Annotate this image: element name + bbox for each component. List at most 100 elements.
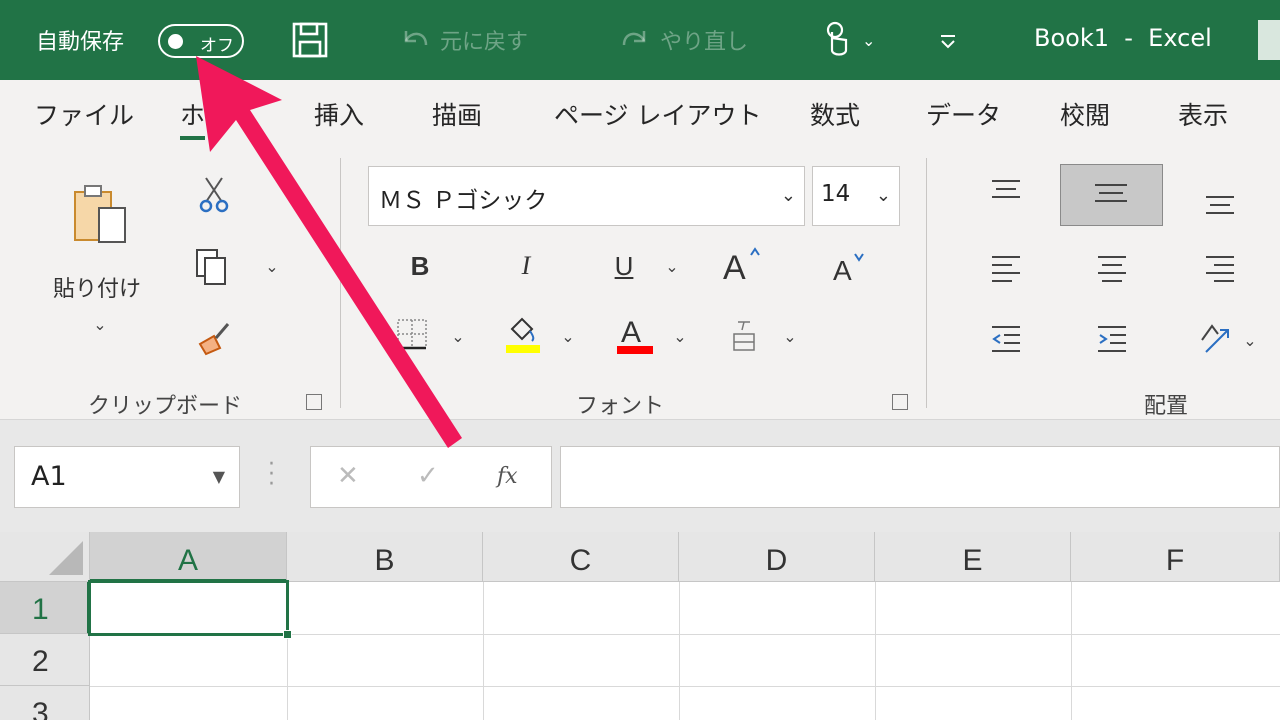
- font-color-chevron-icon[interactable]: ⌄: [670, 324, 690, 348]
- tab-home[interactable]: ホ: [180, 96, 206, 140]
- svg-text:A: A: [833, 255, 852, 286]
- decrease-indent-icon: [992, 326, 1020, 352]
- chevron-down-icon: ⌄: [875, 185, 891, 206]
- chevron-down-icon: ⌄: [780, 185, 796, 206]
- align-top-icon: [992, 180, 1020, 198]
- borders-icon: [397, 319, 427, 350]
- align-center-button[interactable]: [1090, 248, 1134, 288]
- undo-label: 元に戻す: [440, 30, 529, 55]
- format-painter-icon: [198, 323, 230, 356]
- decrease-font-size-button[interactable]: A: [828, 244, 874, 288]
- increase-indent-button[interactable]: [1090, 318, 1134, 358]
- phonetic-chevron-icon[interactable]: ⌄: [780, 324, 800, 348]
- orientation-button[interactable]: [1194, 316, 1238, 360]
- phonetic-button[interactable]: [724, 312, 764, 356]
- column-header-c[interactable]: C: [483, 532, 679, 582]
- grid-line: [483, 582, 484, 720]
- tab-formulas[interactable]: 数式: [810, 96, 860, 132]
- align-bottom-icon: [1206, 196, 1234, 214]
- borders-button[interactable]: [390, 312, 434, 356]
- window-title: Book1 - Excel: [1034, 24, 1212, 52]
- increase-font-size-button[interactable]: A: [718, 242, 768, 288]
- cancel-button[interactable]: ✕: [337, 461, 359, 491]
- clipboard-launcher-icon[interactable]: [306, 394, 322, 410]
- fill-handle[interactable]: [283, 630, 292, 639]
- paste-button[interactable]: [60, 176, 140, 256]
- tab-review[interactable]: 校閲: [1060, 96, 1110, 132]
- font-color-icon: A: [617, 316, 653, 354]
- orientation-chevron-icon[interactable]: ⌄: [1240, 328, 1260, 352]
- column-header-e[interactable]: E: [875, 532, 1071, 582]
- cut-button[interactable]: [192, 172, 236, 216]
- group-separator: [340, 158, 341, 408]
- title-edge: [1258, 20, 1280, 60]
- column-header-f[interactable]: F: [1071, 532, 1280, 582]
- column-header-b[interactable]: B: [287, 532, 483, 582]
- insert-function-button[interactable]: fx: [497, 464, 518, 489]
- italic-button[interactable]: I: [506, 244, 546, 288]
- align-top-button[interactable]: [984, 172, 1028, 208]
- format-painter-button[interactable]: [192, 316, 236, 360]
- align-bottom-button[interactable]: [1198, 186, 1242, 222]
- increase-font-icon: A: [723, 247, 760, 285]
- undo-button[interactable]: 元に戻す: [398, 20, 528, 60]
- align-left-button[interactable]: [984, 248, 1028, 288]
- tab-page-layout[interactable]: ページ レイアウト: [554, 96, 761, 132]
- copy-chevron-icon[interactable]: ⌄: [262, 254, 282, 278]
- copy-icon: [196, 249, 226, 285]
- column-header-d[interactable]: D: [679, 532, 875, 582]
- save-button[interactable]: [290, 20, 330, 60]
- fill-color-button[interactable]: [500, 310, 544, 356]
- active-cell-a1[interactable]: [88, 580, 289, 636]
- align-right-icon: [1206, 256, 1234, 282]
- ribbon: 貼り付け ⌄ ⌄ クリップボード ＭＳ Ｐゴシック ⌄ 14 ⌄ B I U ⌄: [0, 148, 1280, 420]
- chevron-down-icon: ▼: [212, 467, 225, 486]
- tab-view[interactable]: 表示: [1178, 96, 1228, 132]
- row-header-1[interactable]: 1: [0, 582, 90, 634]
- toggle-knob: [168, 34, 183, 49]
- copy-button[interactable]: [186, 244, 236, 288]
- align-left-icon: [992, 256, 1020, 282]
- grid-line: [679, 582, 680, 720]
- redo-label: やり直し: [660, 30, 749, 55]
- drag-handle-icon[interactable]: · · ·: [268, 454, 275, 496]
- font-name-value: ＭＳ Ｐゴシック: [379, 188, 548, 214]
- font-name-select[interactable]: ＭＳ Ｐゴシック ⌄: [368, 166, 805, 226]
- paste-label[interactable]: 貼り付け: [44, 270, 150, 304]
- underline-button[interactable]: U: [604, 244, 644, 288]
- touch-mode-button[interactable]: ⌄: [820, 20, 875, 60]
- enter-button[interactable]: ✓: [417, 461, 439, 491]
- paste-chevron-icon[interactable]: ⌄: [88, 314, 112, 334]
- align-right-button[interactable]: [1198, 248, 1242, 288]
- redo-button[interactable]: やり直し: [618, 20, 748, 60]
- fill-color-chevron-icon[interactable]: ⌄: [558, 324, 578, 348]
- autosave-state: オフ: [200, 36, 234, 56]
- row-header-2[interactable]: 2: [0, 634, 90, 686]
- decrease-indent-button[interactable]: [984, 318, 1028, 358]
- paste-icon: [74, 185, 126, 243]
- name-box[interactable]: A1 ▼: [14, 446, 240, 508]
- select-all-corner[interactable]: [0, 532, 90, 582]
- row-header-3[interactable]: 3: [0, 686, 90, 720]
- grid-line: [1071, 582, 1072, 720]
- underline-chevron-icon[interactable]: ⌄: [662, 254, 682, 278]
- autosave-toggle[interactable]: オフ: [158, 24, 244, 58]
- formula-input[interactable]: [560, 446, 1280, 508]
- customize-qat-button[interactable]: [936, 20, 960, 60]
- undo-icon: [404, 31, 428, 46]
- font-size-select[interactable]: 14 ⌄: [812, 166, 900, 226]
- formula-buttons: ✕ ✓ fx: [310, 446, 552, 508]
- font-launcher-icon[interactable]: [892, 394, 908, 410]
- tab-insert[interactable]: 挿入: [314, 96, 364, 132]
- borders-chevron-icon[interactable]: ⌄: [448, 324, 468, 348]
- column-header-a[interactable]: A: [90, 532, 287, 582]
- align-middle-button[interactable]: [1060, 164, 1163, 226]
- grid-line: [90, 686, 1280, 687]
- align-center-icon: [1098, 256, 1126, 282]
- tab-file[interactable]: ファイル: [34, 96, 134, 132]
- bold-button[interactable]: B: [400, 244, 440, 288]
- tab-draw[interactable]: 描画: [432, 96, 482, 132]
- font-color-button[interactable]: A: [612, 310, 658, 356]
- font-size-value: 14: [821, 181, 851, 207]
- tab-data[interactable]: データ: [926, 96, 1001, 132]
